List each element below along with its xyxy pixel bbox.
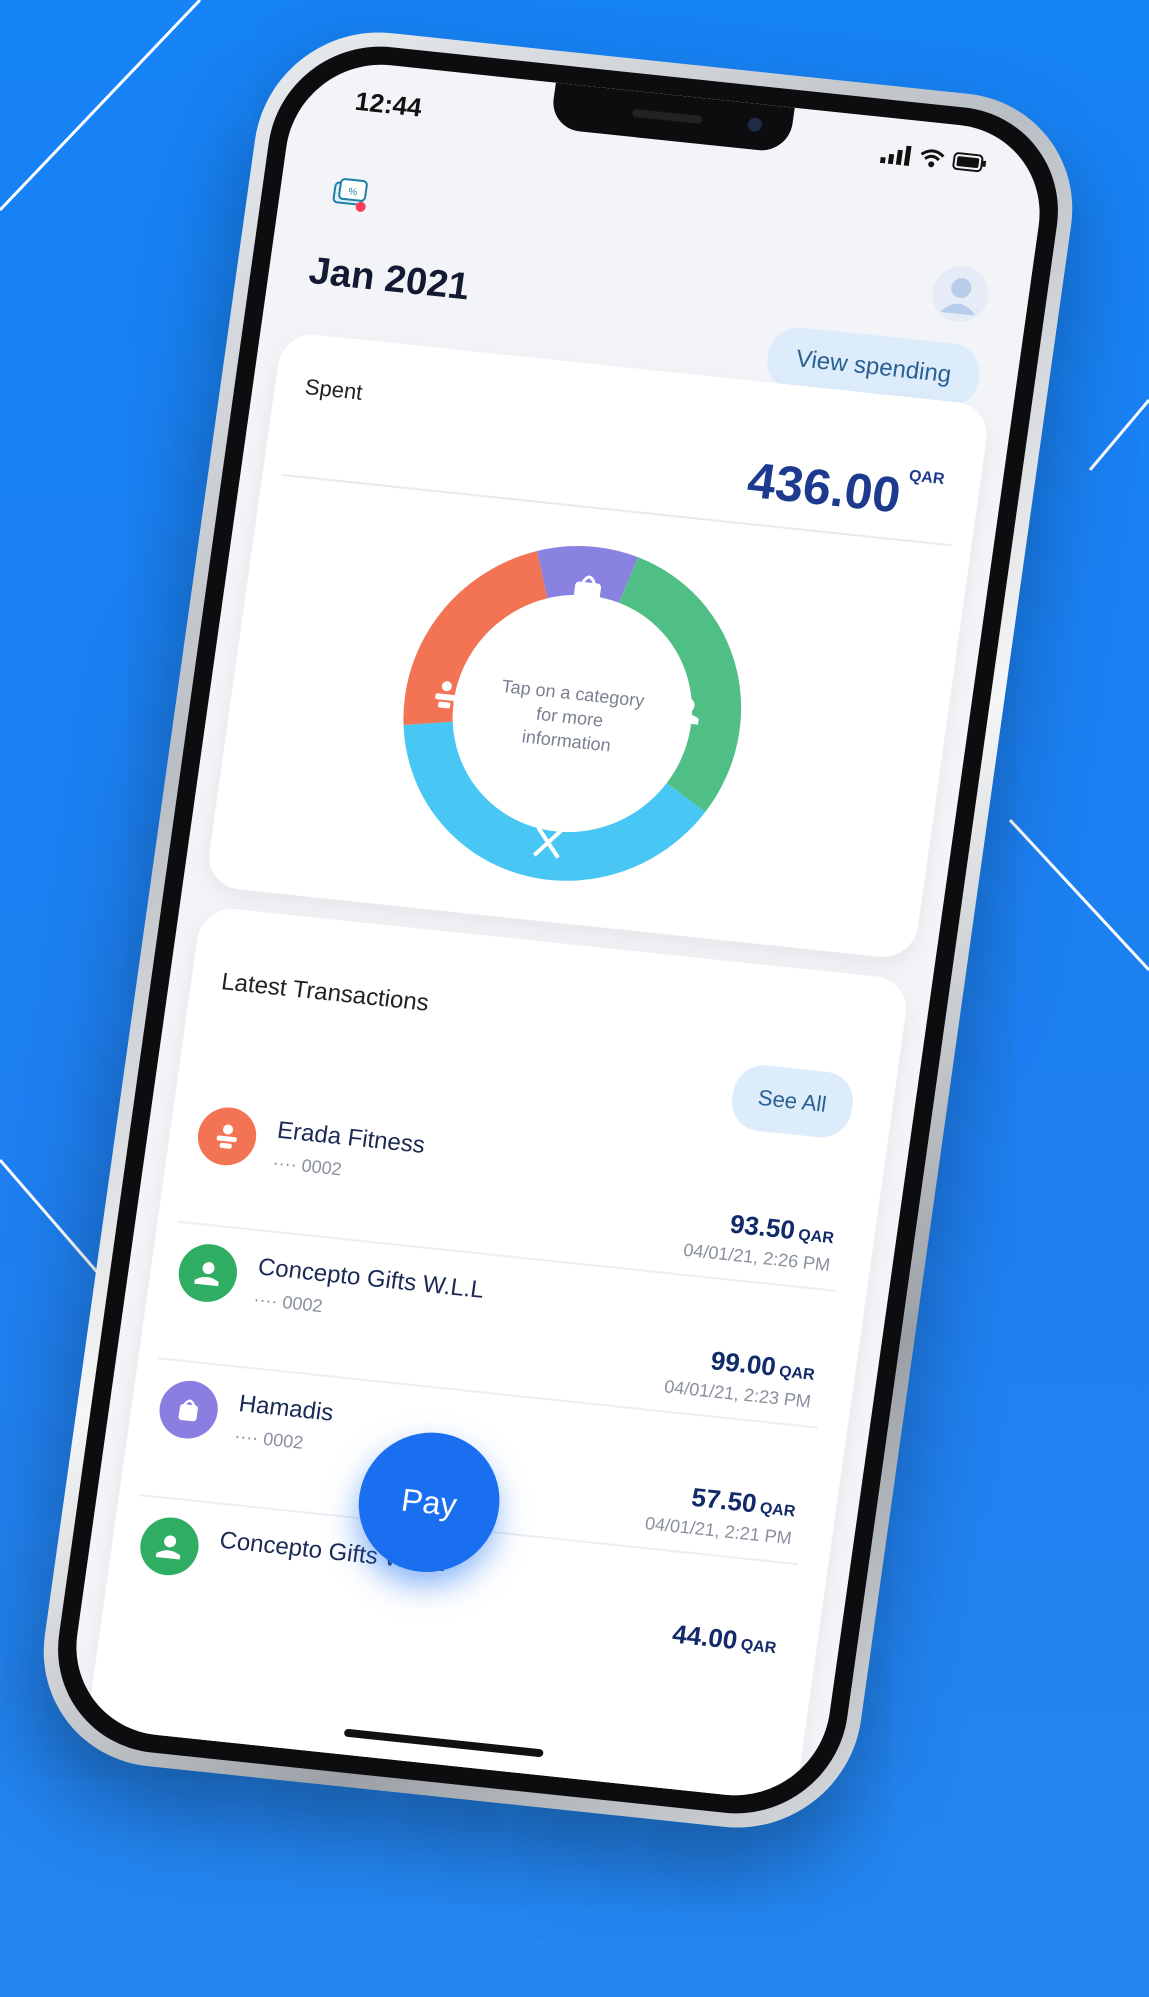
page-background: 12:44 % Jan 2021 View spending Spent 436… bbox=[0, 0, 1149, 1997]
camera bbox=[747, 117, 763, 133]
transaction-merchant: Erada Fitness bbox=[275, 1116, 427, 1159]
transaction-amount-value: 93.50 bbox=[728, 1208, 798, 1246]
transaction-currency: QAR bbox=[739, 1636, 778, 1658]
battery-icon bbox=[952, 152, 987, 173]
user-icon bbox=[939, 278, 976, 316]
transactions-list: Erada Fitness ···· 0002 93.50QAR 04/01/2… bbox=[120, 1085, 856, 1700]
transaction-merchant: Hamadis bbox=[237, 1390, 336, 1427]
transaction-amount: 57.50QAR bbox=[690, 1482, 798, 1524]
signal-icon bbox=[879, 145, 912, 166]
spent-label: Spent bbox=[303, 374, 365, 405]
gift-hand-icon bbox=[174, 1241, 241, 1305]
svg-text:%: % bbox=[347, 187, 357, 199]
transactions-title: Latest Transactions bbox=[219, 968, 431, 1017]
status-time: 12:44 bbox=[353, 85, 424, 123]
spent-currency: QAR bbox=[907, 467, 946, 489]
profile-avatar[interactable] bbox=[928, 263, 993, 325]
transaction-currency: QAR bbox=[758, 1500, 797, 1521]
spent-card: Spent 436.00 QAR Tap on a category for m… bbox=[204, 331, 992, 961]
transaction-amount-value: 99.00 bbox=[708, 1345, 778, 1382]
fitness-icon bbox=[194, 1104, 260, 1169]
gift-hand-icon bbox=[136, 1514, 203, 1579]
transaction-amount: 99.00QAR bbox=[709, 1345, 817, 1387]
transaction-amount: 93.50QAR bbox=[728, 1209, 836, 1251]
transaction-currency: QAR bbox=[777, 1363, 816, 1384]
transaction-amount-value: 44.00 bbox=[670, 1618, 740, 1656]
spent-amount-value: 436.00 bbox=[744, 451, 905, 524]
wifi-icon bbox=[920, 149, 945, 168]
spent-amount: 436.00 QAR bbox=[744, 451, 946, 529]
transaction-card-number: ···· 0002 bbox=[271, 1152, 343, 1180]
transaction-card-number: ···· 0002 bbox=[233, 1425, 305, 1453]
shopping-bag-icon bbox=[155, 1377, 222, 1442]
discount-icon[interactable]: % bbox=[328, 172, 373, 216]
transaction-card-number: ···· 0002 bbox=[252, 1289, 324, 1317]
speaker bbox=[631, 108, 703, 125]
transactions-card: Latest Transactions See All Erada Fitnes… bbox=[80, 905, 911, 1805]
month-title: Jan 2021 bbox=[306, 249, 473, 309]
transaction-amount: 44.00QAR bbox=[670, 1619, 778, 1661]
see-all-button[interactable]: See All bbox=[727, 1062, 857, 1141]
status-icons bbox=[879, 143, 988, 174]
transaction-currency: QAR bbox=[797, 1226, 835, 1248]
transaction-amount-value: 57.50 bbox=[689, 1481, 759, 1519]
